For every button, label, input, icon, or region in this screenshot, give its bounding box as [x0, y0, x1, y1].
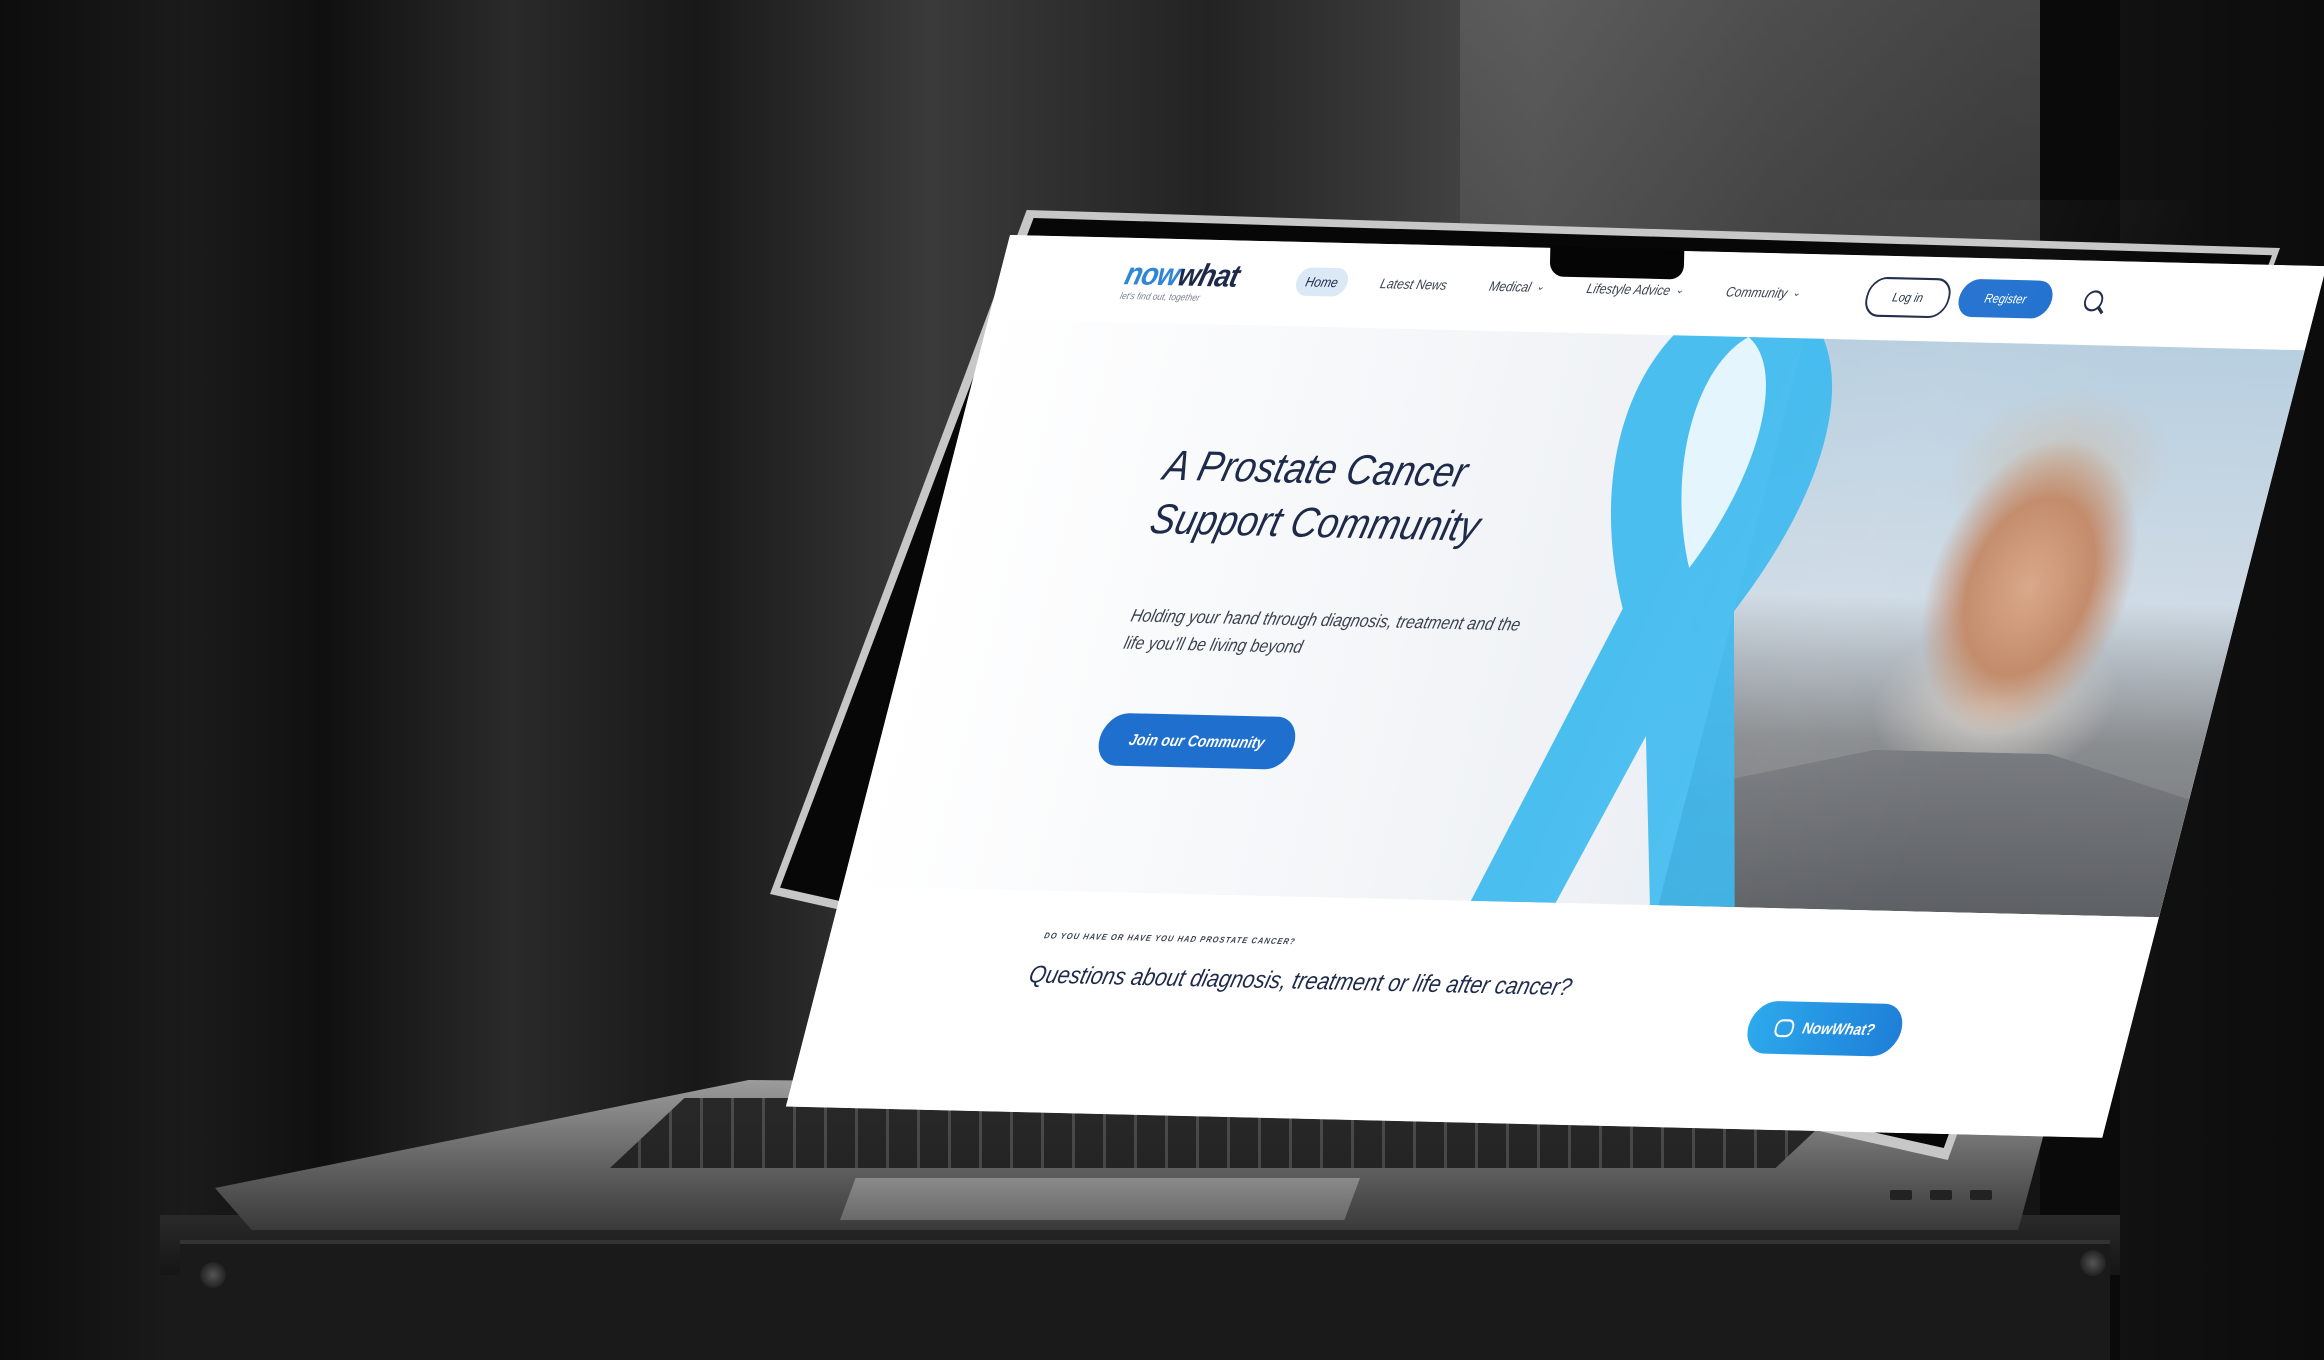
nav-label: Community	[1724, 283, 1790, 301]
nav-item-medical[interactable]: Medical ⌄	[1477, 272, 1558, 302]
table-bolt	[200, 1262, 226, 1288]
hero-section: A Prostate Cancer Support Community Hold…	[842, 319, 2305, 918]
table-frame	[180, 1240, 2110, 1360]
section-question: Questions about diagnosis, treatment or …	[1026, 960, 1575, 1001]
hero-subtitle: Holding your hand through diagnosis, tre…	[1121, 605, 1523, 658]
chat-button-label: NowWhat?	[1800, 1019, 1877, 1039]
nav-label: Lifestyle Advice	[1585, 280, 1673, 299]
table-bolt	[2080, 1250, 2106, 1276]
search-icon[interactable]	[2081, 290, 2106, 312]
chevron-down-icon: ⌄	[1535, 281, 1546, 294]
nav-item-lifestyle-advice[interactable]: Lifestyle Advice ⌄	[1574, 274, 1696, 305]
nav-item-home[interactable]: Home	[1292, 267, 1351, 297]
questions-section: DO YOU HAVE OR HAVE YOU HAD PROSTATE CAN…	[785, 886, 2159, 1138]
site-logo[interactable]: nowwhat let's find out, together	[1119, 257, 1243, 304]
usb-port	[1970, 1190, 1992, 1200]
nowwhat-chat-button[interactable]: NowWhat?	[1741, 1000, 1909, 1057]
logo-now: now	[1121, 256, 1184, 293]
website-screen: nowwhat let's find out, together Home La…	[785, 235, 2324, 1138]
camera-notch	[1549, 246, 1685, 280]
laptop-trackpad	[840, 1178, 1360, 1220]
nav-label: Latest News	[1378, 275, 1449, 293]
login-button[interactable]: Log in	[1861, 276, 1955, 319]
usb-port	[1930, 1190, 1952, 1200]
main-menu: Home Latest News Medical ⌄ Lifestyle Advi…	[1292, 267, 1814, 308]
photo-scene: nowwhat let's find out, together Home La…	[0, 0, 2324, 1360]
chevron-down-icon: ⌄	[1791, 287, 1803, 300]
join-community-button[interactable]: Join our Community	[1092, 712, 1302, 770]
register-button[interactable]: Register	[1954, 278, 2057, 319]
nav-item-latest-news[interactable]: Latest News	[1368, 269, 1460, 299]
hero-title: A Prostate Cancer Support Community	[1145, 442, 1485, 551]
usb-port	[1890, 1190, 1912, 1200]
logo-what: what	[1174, 258, 1243, 295]
nav-label: Home	[1303, 273, 1340, 291]
section-kicker: DO YOU HAVE OR HAVE YOU HAD PROSTATE CAN…	[1043, 930, 1297, 947]
chat-icon	[1772, 1018, 1796, 1037]
nav-label: Medical	[1487, 278, 1534, 295]
laptop-ports	[1890, 1190, 2010, 1202]
nav-item-community[interactable]: Community ⌄	[1713, 277, 1813, 308]
chevron-down-icon: ⌄	[1674, 284, 1686, 297]
